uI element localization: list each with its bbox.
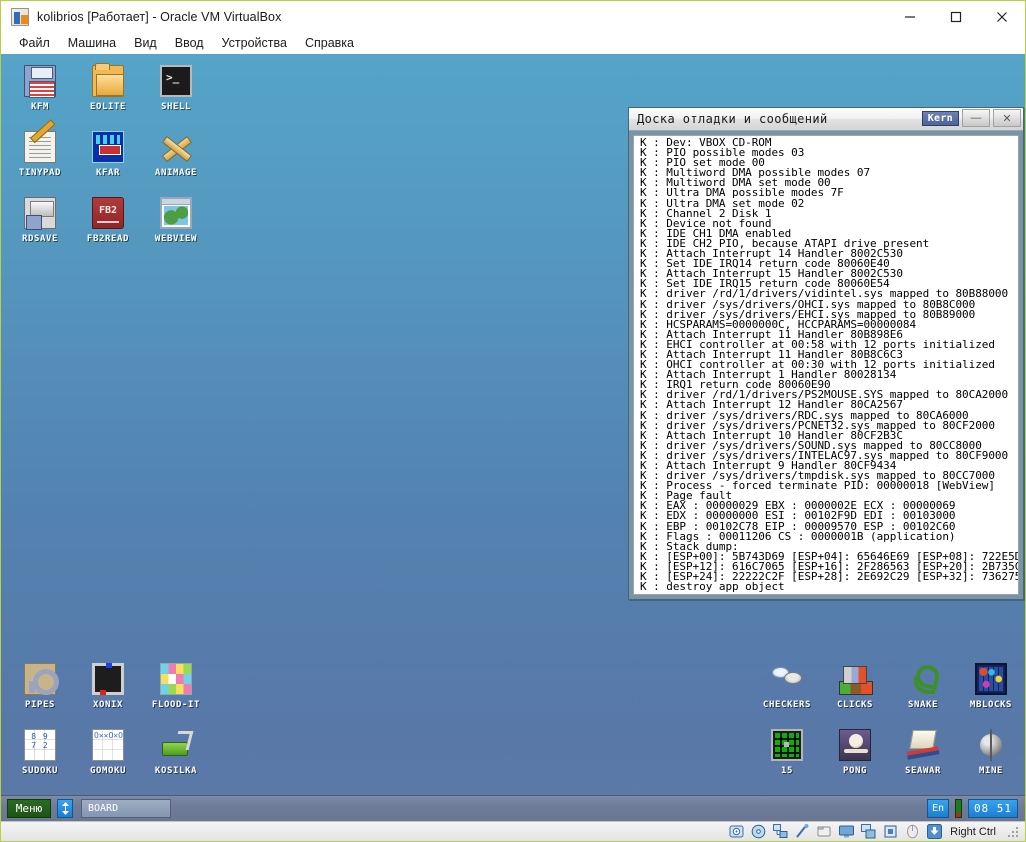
folder-icon bbox=[91, 64, 125, 98]
minimize-icon[interactable] bbox=[887, 1, 933, 32]
sudoku-game-icon bbox=[23, 728, 57, 762]
virtualbox-icon bbox=[11, 8, 29, 26]
desktop-icon-checkers[interactable]: CHECKERS bbox=[753, 662, 821, 710]
desktop-icon-fb2read[interactable]: FB2READ bbox=[74, 196, 142, 244]
menu-input[interactable]: Ввод bbox=[166, 34, 213, 52]
flood-it-game-icon bbox=[159, 662, 193, 696]
shared-folder-icon[interactable] bbox=[817, 824, 832, 839]
clicks-game-icon bbox=[838, 662, 872, 696]
host-window-title: kolibrios [Работает] - Oracle VM Virtual… bbox=[37, 10, 281, 24]
fifteen-puzzle-icon bbox=[770, 728, 804, 762]
pipes-game-icon bbox=[23, 662, 57, 696]
book-icon bbox=[91, 196, 125, 230]
desktop-icons-bottom-left: PIPES XONIX FLOOD-IT SUDOKU GOMOKU KOSIL… bbox=[6, 662, 210, 776]
terminal-icon bbox=[159, 64, 193, 98]
desktop-icon-tinypad[interactable]: TINYPAD bbox=[6, 130, 74, 178]
updown-arrow-icon[interactable] bbox=[57, 799, 73, 818]
hard-disk-icon[interactable] bbox=[729, 824, 744, 839]
host-menubar: Файл Машина Вид Ввод Устройства Справка bbox=[1, 32, 1025, 54]
host-statusbar: Right Ctrl bbox=[1, 821, 1025, 841]
desktop-icons-bottom-right: CHECKERS CLICKS SNAKE MBLOCKS 15 PONG bbox=[753, 662, 1025, 776]
minesweeper-icon bbox=[974, 728, 1008, 762]
cpu-icon[interactable] bbox=[883, 824, 898, 839]
network-icon[interactable] bbox=[773, 824, 788, 839]
desktop-icon-clicks[interactable]: CLICKS bbox=[821, 662, 889, 710]
desktop-icon-kfm[interactable]: KFM bbox=[6, 64, 74, 112]
taskbar-clock[interactable]: 08 51 bbox=[968, 799, 1018, 818]
xonix-game-icon bbox=[91, 662, 125, 696]
resize-grip-icon[interactable] bbox=[1007, 826, 1019, 838]
desktop-icon-rdsave[interactable]: RDSAVE bbox=[6, 196, 74, 244]
taskbar-tray: En 08 51 bbox=[927, 799, 1022, 818]
board-window-controls: Kern — ✕ bbox=[922, 109, 1021, 127]
document-pencil-icon bbox=[23, 130, 57, 164]
maximize-icon[interactable] bbox=[933, 1, 979, 32]
activity-led-icon bbox=[955, 799, 962, 818]
desktop-icon-webview[interactable]: WEBVIEW bbox=[142, 196, 210, 244]
usb-icon[interactable] bbox=[795, 824, 810, 839]
board-close-button[interactable]: ✕ bbox=[993, 109, 1021, 127]
display-icon[interactable] bbox=[839, 824, 854, 839]
desktop-icon-flood-it[interactable]: FLOOD-IT bbox=[142, 662, 210, 710]
optical-disk-icon[interactable] bbox=[751, 824, 766, 839]
menu-machine[interactable]: Машина bbox=[59, 34, 125, 52]
board-titlebar[interactable]: Доска отладки и сообщений Kern — ✕ bbox=[629, 108, 1023, 131]
pong-game-icon bbox=[838, 728, 872, 762]
language-indicator[interactable]: En bbox=[927, 799, 949, 818]
desktop-icon-shell[interactable]: SHELL bbox=[142, 64, 210, 112]
desktop-icon-gomoku[interactable]: GOMOKU bbox=[74, 728, 142, 776]
desktop-icons-top-left: KFM EOLITE SHELL TINYPAD KFAR ANIMAGE bbox=[6, 64, 210, 244]
desktop-icon-sudoku[interactable]: SUDOKU bbox=[6, 728, 74, 776]
board-minimize-button[interactable]: — bbox=[962, 109, 990, 127]
board-window: Доска отладки и сообщений Kern — ✕ K : D… bbox=[628, 107, 1024, 600]
host-window-controls bbox=[887, 1, 1025, 32]
desktop-icon-eolite[interactable]: EOLITE bbox=[74, 64, 142, 112]
virtualbox-window: kolibrios [Работает] - Oracle VM Virtual… bbox=[0, 0, 1026, 842]
log-line: K : destroy app object bbox=[640, 582, 1018, 592]
taskbar-item-board[interactable]: BOARD bbox=[81, 799, 171, 818]
desktop-icon-mblocks[interactable]: MBLOCKS bbox=[957, 662, 1025, 710]
desktop-icon-xonix[interactable]: XONIX bbox=[74, 662, 142, 710]
kern-button[interactable]: Kern bbox=[922, 111, 959, 126]
desktop-icon-mine[interactable]: MINE bbox=[957, 728, 1025, 776]
lawnmower-icon bbox=[159, 728, 193, 762]
desktop-icon-kfar[interactable]: KFAR bbox=[74, 130, 142, 178]
close-icon[interactable] bbox=[979, 1, 1025, 32]
file-manager-icon bbox=[91, 130, 125, 164]
desktop-icon-kosilka[interactable]: KOSILKA bbox=[142, 728, 210, 776]
desktop-icon-pipes[interactable]: PIPES bbox=[6, 662, 74, 710]
desktop-icon-animage[interactable]: ANIMAGE bbox=[142, 130, 210, 178]
checkers-game-icon bbox=[770, 662, 804, 696]
desktop-icon-snake[interactable]: SNAKE bbox=[889, 662, 957, 710]
mblocks-game-icon bbox=[974, 662, 1008, 696]
menu-help[interactable]: Справка bbox=[296, 34, 363, 52]
browser-window-icon bbox=[159, 196, 193, 230]
menu-file[interactable]: Файл bbox=[10, 34, 59, 52]
gomoku-game-icon bbox=[91, 728, 125, 762]
guest-screen: KFM EOLITE SHELL TINYPAD KFAR ANIMAGE bbox=[1, 54, 1025, 821]
host-key-label: Right Ctrl bbox=[950, 826, 996, 838]
keyboard-icon[interactable] bbox=[927, 824, 942, 839]
ramdisk-save-icon bbox=[23, 196, 57, 230]
snake-game-icon bbox=[906, 662, 940, 696]
remote-desktop-icon[interactable] bbox=[861, 824, 876, 839]
desktop-icon-pong[interactable]: PONG bbox=[821, 728, 889, 776]
desktop-icon-15[interactable]: 15 bbox=[753, 728, 821, 776]
desktop-icon-seawar[interactable]: SEAWAR bbox=[889, 728, 957, 776]
floppy-disk-icon bbox=[23, 64, 57, 98]
menu-devices[interactable]: Устройства bbox=[213, 34, 296, 52]
board-window-title: Доска отладки и сообщений bbox=[637, 112, 828, 126]
menu-view[interactable]: Вид bbox=[125, 34, 166, 52]
mouse-icon[interactable] bbox=[905, 824, 920, 839]
start-menu-button[interactable]: Меню bbox=[7, 799, 51, 818]
kolibri-taskbar: Меню BOARD En 08 51 bbox=[1, 795, 1025, 821]
host-titlebar: kolibrios [Работает] - Oracle VM Virtual… bbox=[1, 1, 1025, 32]
seawar-game-icon bbox=[906, 728, 940, 762]
crossed-pencils-icon bbox=[159, 130, 193, 164]
board-log-area[interactable]: K : Dev: VBOX CD-ROMK : PIO possible mod… bbox=[633, 135, 1019, 595]
